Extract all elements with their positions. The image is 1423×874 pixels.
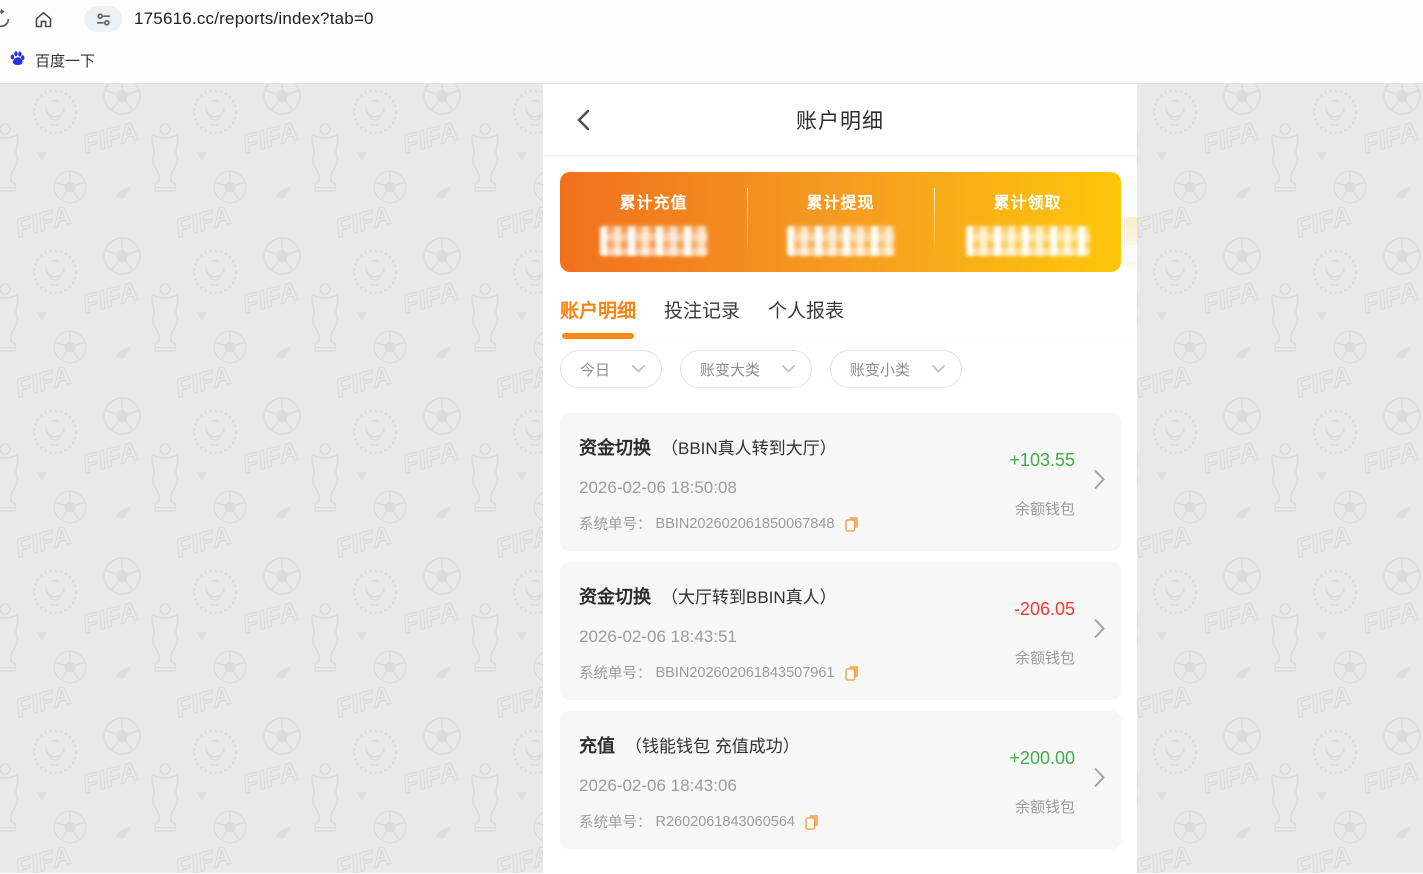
summary-label: 累计提现 [806,189,874,213]
browser-chrome: 175616.cc/reports/index?tab=0 百度一下 [0,0,1423,84]
transaction-amount: +200.00 [1009,748,1075,769]
summary-total-deposit: 累计充值 [560,172,747,272]
tab-label: 投注记录 [664,301,740,322]
page-content: FIFA [0,84,1423,873]
reload-icon[interactable] [0,6,14,32]
copy-icon[interactable] [845,665,859,681]
filter-label: 账变小类 [850,359,910,380]
filter-major-category-dropdown[interactable]: 账变大类 [680,350,812,388]
transaction-amount: +103.55 [1009,450,1075,471]
masked-value [966,226,1090,256]
transaction-datetime: 2026-02-06 18:43:06 [579,776,1009,796]
summary-total-claim: 累计领取 [934,172,1121,272]
masked-value [600,226,708,256]
filter-label: 账变大类 [700,359,760,380]
summary-label: 累计充值 [619,189,687,213]
baidu-favicon [9,50,26,72]
transaction-row[interactable]: 资金切换 （BBIN真人转到大厅） 2026-02-06 18:50:08 系统… [560,413,1121,551]
summary-card: 累计充值 累计提现 累计领取 [560,172,1121,272]
transaction-amount: -206.05 [1014,599,1075,620]
summary-total-withdraw: 累计提现 [747,172,934,272]
transaction-row[interactable]: 资金切换 （大厅转到BBIN真人） 2026-02-06 18:43:51 系统… [560,562,1121,700]
bookmarks-bar: 百度一下 [0,38,1423,83]
copy-icon[interactable] [845,516,859,532]
tab-bet-records[interactable]: 投注记录 [664,296,740,339]
order-number: BBIN202602061850067848 [656,516,835,532]
wallet-label: 余额钱包 [1015,498,1075,519]
transaction-info: 资金切换 （BBIN真人转到大厅） 2026-02-06 18:50:08 系统… [579,434,1009,551]
order-label: 系统单号： [579,811,652,832]
tab-personal-report[interactable]: 个人报表 [768,296,844,339]
order-label: 系统单号： [579,513,652,534]
back-button[interactable] [571,108,595,132]
address-bar[interactable]: 175616.cc/reports/index?tab=0 [84,6,374,32]
account-detail-panel: 账户明细 累计充值 累计提现 累计领取 [543,84,1137,873]
wallet-label: 余额钱包 [1015,796,1075,817]
summary-label: 累计领取 [993,189,1061,213]
page-title: 账户明细 [796,105,884,135]
transaction-info: 充值 （钱能钱包 充值成功） 2026-02-06 18:43:06 系统单号：… [579,732,1009,849]
transaction-desc: （钱能钱包 充值成功） [625,732,800,757]
wallet-label: 余额钱包 [1015,647,1075,668]
filter-minor-category-dropdown[interactable]: 账变小类 [830,350,962,388]
chevron-right-icon [1094,470,1105,495]
order-number: BBIN202602061843507961 [656,665,835,681]
transaction-list: 资金切换 （BBIN真人转到大厅） 2026-02-06 18:50:08 系统… [543,388,1137,849]
chevron-right-icon [1094,768,1105,793]
bookmark-label: 百度一下 [35,50,95,71]
site-settings-icon[interactable] [84,6,122,32]
chevron-down-icon [932,365,945,373]
transaction-amount-block: +103.55 余额钱包 [1009,434,1075,551]
home-icon[interactable] [30,6,56,32]
panel-header: 账户明细 [543,84,1137,156]
filter-label: 今日 [580,359,610,380]
tab-label: 账户明细 [560,301,636,322]
summary-card-wrap: 累计充值 累计提现 累计领取 [560,172,1121,272]
transaction-desc: （BBIN真人转到大厅） [661,434,837,459]
transaction-row[interactable]: 充值 （钱能钱包 充值成功） 2026-02-06 18:43:06 系统单号：… [560,711,1121,849]
chevron-right-icon [1094,619,1105,644]
transaction-info: 资金切换 （大厅转到BBIN真人） 2026-02-06 18:43:51 系统… [579,583,1014,700]
transaction-type: 充值 [579,732,615,758]
tab-account-detail[interactable]: 账户明细 [560,296,636,339]
transaction-type: 资金切换 [579,434,651,460]
bookmark-baidu[interactable]: 百度一下 [9,50,95,72]
filter-date-dropdown[interactable]: 今日 [560,350,662,388]
transaction-datetime: 2026-02-06 18:43:51 [579,627,1014,647]
url-text[interactable]: 175616.cc/reports/index?tab=0 [134,9,374,29]
tab-label: 个人报表 [768,301,844,322]
tab-bar: 账户明细 投注记录 个人报表 [543,272,1137,340]
divider [747,188,748,250]
active-tab-underline [562,333,634,339]
transaction-desc: （大厅转到BBIN真人） [661,583,837,608]
transaction-amount-block: +200.00 余额钱包 [1009,732,1075,849]
chevron-down-icon [782,365,795,373]
next-card-sliver [1122,217,1137,270]
copy-icon[interactable] [805,814,819,830]
transaction-datetime: 2026-02-06 18:50:08 [579,478,1009,498]
divider [934,188,935,250]
filter-bar: 今日 账变大类 账变小类 [543,340,1137,388]
chevron-down-icon [632,365,645,373]
transaction-type: 资金切换 [579,583,651,609]
order-label: 系统单号： [579,662,652,683]
order-number: R2602061843060564 [656,814,796,830]
masked-value [787,226,895,256]
transaction-amount-block: -206.05 余额钱包 [1014,583,1075,700]
browser-toolbar: 175616.cc/reports/index?tab=0 [0,0,1423,38]
